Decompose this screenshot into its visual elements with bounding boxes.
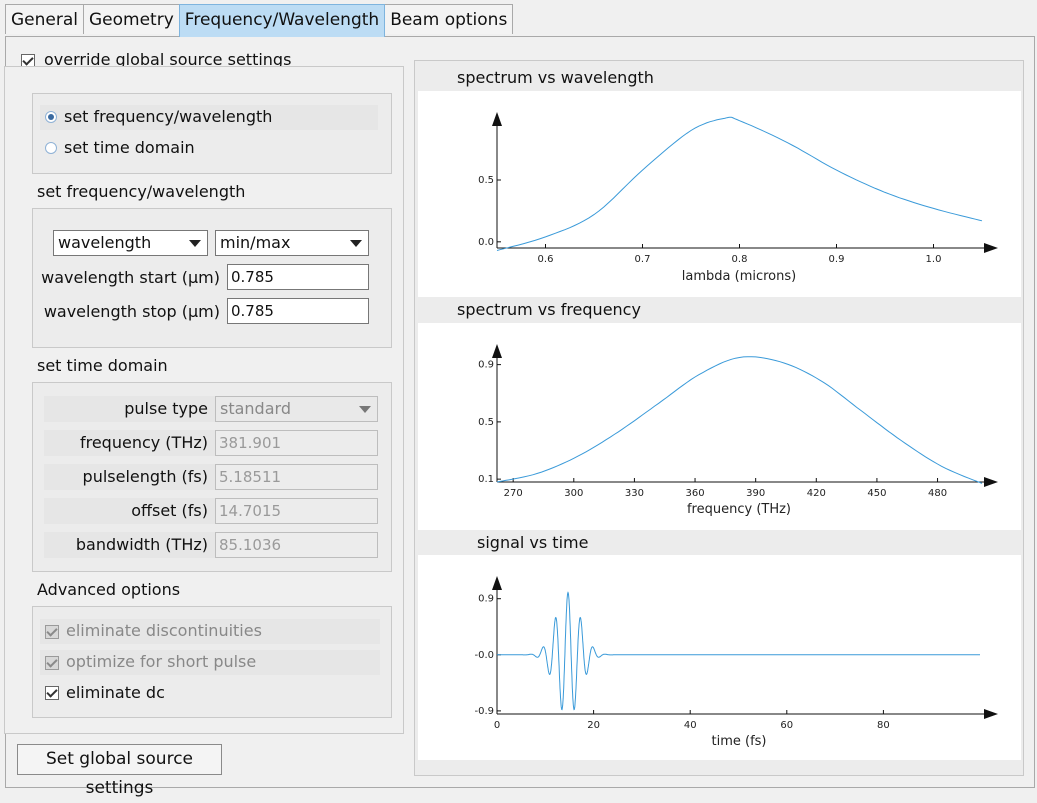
pulse-type-label: pulse type bbox=[124, 399, 208, 418]
plot-bg-frequency bbox=[418, 323, 1021, 530]
frequency-label: frequency (THz) bbox=[79, 433, 208, 452]
tab-frequency-wavelength[interactable]: Frequency/Wavelength bbox=[178, 4, 386, 37]
wavelength-start-label: wavelength start (μm) bbox=[41, 268, 220, 287]
offset-label: offset (fs) bbox=[131, 501, 208, 520]
offset-input: 14.7015 bbox=[215, 498, 378, 524]
radio-set-time-domain-label: set time domain bbox=[64, 138, 195, 157]
plot-title-frequency: spectrum vs frequency bbox=[457, 300, 641, 319]
eliminate-discontinuities-label: eliminate discontinuities bbox=[66, 621, 262, 640]
tab-general[interactable]: General bbox=[5, 4, 84, 34]
optimize-short-pulse-label: optimize for short pulse bbox=[66, 652, 257, 671]
wavelength-stop-label: wavelength stop (μm) bbox=[43, 302, 220, 321]
chevron-down-icon bbox=[189, 240, 201, 247]
plot-bg-wavelength bbox=[418, 91, 1021, 297]
bandwidth-label: bandwidth (THz) bbox=[75, 535, 208, 554]
radio-set-time-domain[interactable] bbox=[45, 142, 57, 154]
tab-beam-options[interactable]: Beam options bbox=[384, 4, 514, 34]
tab-geometry[interactable]: Geometry bbox=[83, 4, 180, 34]
wavelength-stop-input[interactable]: 0.785 bbox=[227, 298, 369, 324]
radio-set-frequency[interactable] bbox=[45, 111, 57, 123]
frequency-input: 381.901 bbox=[215, 430, 378, 456]
time-section-title: set time domain bbox=[37, 356, 168, 375]
chevron-down-icon bbox=[350, 240, 362, 247]
bandwidth-input: 85.1036 bbox=[215, 532, 378, 558]
quantity-select[interactable]: wavelength bbox=[53, 230, 208, 256]
eliminate-dc-checkbox[interactable] bbox=[45, 686, 59, 700]
eliminate-discontinuities-checkbox bbox=[45, 625, 59, 639]
set-global-source-settings-button[interactable]: Set global source settings bbox=[17, 744, 222, 798]
eliminate-dc-label: eliminate dc bbox=[66, 683, 165, 702]
pulselength-input: 5.18511 bbox=[215, 464, 378, 490]
optimize-short-pulse-checkbox bbox=[45, 656, 59, 670]
range-select[interactable]: min/max bbox=[215, 230, 369, 256]
pulselength-label: pulselength (fs) bbox=[82, 467, 208, 486]
chevron-down-icon bbox=[359, 406, 371, 413]
advanced-title: Advanced options bbox=[37, 580, 181, 599]
plot-title-wavelength: spectrum vs wavelength bbox=[457, 68, 654, 87]
plot-bg-time bbox=[418, 555, 1021, 760]
plot-title-time: signal vs time bbox=[477, 533, 589, 552]
radio-set-frequency-label: set frequency/wavelength bbox=[64, 107, 273, 126]
pulse-type-select: standard bbox=[215, 396, 378, 422]
freq-section-title: set frequency/wavelength bbox=[37, 182, 246, 201]
wavelength-start-input[interactable]: 0.785 bbox=[227, 264, 369, 290]
tab-bar: General Geometry Frequency/Wavelength Be… bbox=[5, 4, 514, 37]
